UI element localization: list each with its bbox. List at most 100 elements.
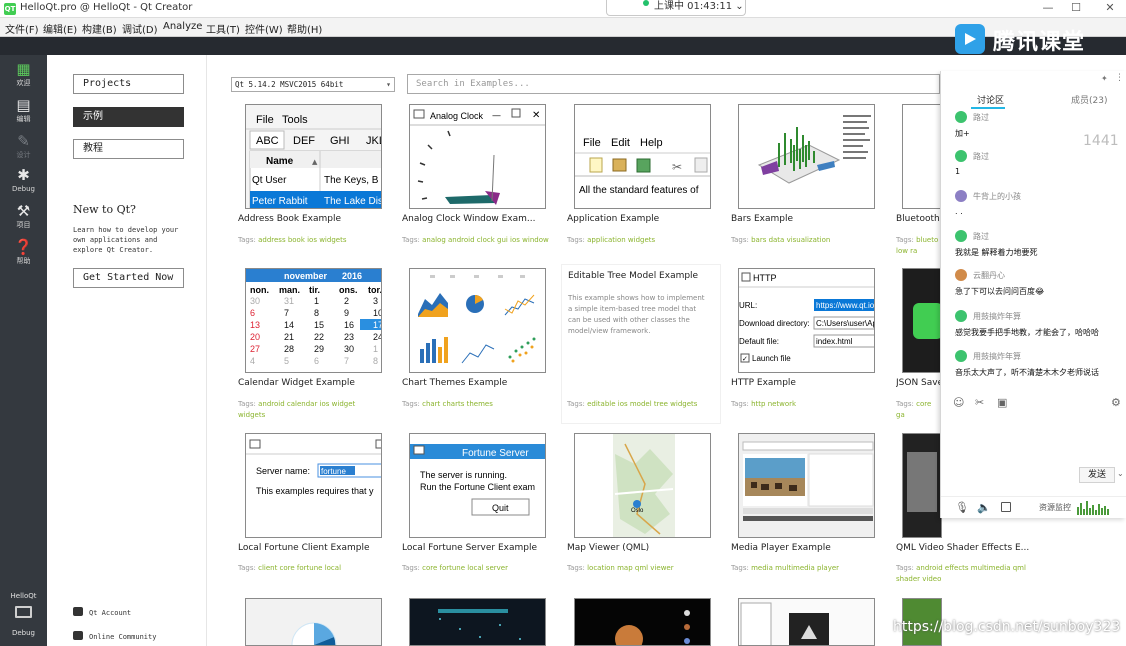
minimize-button[interactable]: — — [1034, 0, 1062, 18]
more-icon[interactable]: ⋮ — [1115, 73, 1124, 83]
example-thumb-calendar[interactable]: november 2016 non. man. tir. ons. tor. 30 31 1 2… — [245, 268, 382, 373]
close-button[interactable]: ✕ — [1096, 0, 1124, 18]
menu-help[interactable]: 帮助(H) — [287, 21, 322, 36]
calendar-preview: november 2016 non. man. tir. ons. tor.30 31 1 2… — [246, 269, 381, 372]
example-thumb-chart-themes[interactable] — [409, 268, 546, 373]
fortune-server-preview: Fortune Server The server is running. Ru… — [410, 434, 545, 537]
pin-icon[interactable]: ✦ — [1101, 74, 1108, 83]
speaker-icon[interactable]: 🔈 — [977, 501, 991, 514]
tab-members[interactable]: 成员(23) — [1071, 93, 1107, 106]
svg-text:The server is running.: The server is running. — [420, 470, 507, 480]
example-title[interactable]: Local Fortune Server Example — [402, 543, 562, 553]
menu-tools[interactable]: 工具(T) — [206, 21, 240, 36]
calendar-day: 2 — [344, 296, 349, 306]
menu-debug[interactable]: 调试(D) — [122, 21, 158, 36]
svg-text:Edit: Edit — [611, 137, 630, 149]
mode-edit[interactable]: ▤ 编辑 — [0, 97, 47, 131]
example-thumb-http[interactable]: HTTP URL: https://www.qt.io Download dir… — [738, 268, 875, 373]
svg-text:Help: Help — [640, 137, 663, 149]
menu-file[interactable]: 文件(F) — [5, 21, 39, 36]
example-title[interactable]: JSON Save — [896, 378, 940, 388]
scissors-icon[interactable]: ✂ — [975, 396, 984, 409]
get-started-button[interactable]: Get Started Now — [73, 268, 184, 288]
maximize-button[interactable]: ☐ — [1062, 0, 1090, 18]
example-thumb-fortune-client[interactable]: Server name: fortune This examples requi… — [245, 433, 382, 538]
svg-text:✂: ✂ — [672, 160, 682, 174]
example-thumb-row4-3[interactable] — [574, 598, 711, 646]
example-title[interactable]: QML Video Shader Effects E... — [896, 543, 1046, 553]
tab-discussion[interactable]: 讨论区 — [977, 93, 1004, 106]
kit-build-config[interactable]: Debug — [0, 629, 47, 637]
example-thumb-json-save[interactable] — [902, 268, 942, 373]
example-thumb-fortune-server[interactable]: Fortune Server The server is running. Ru… — [409, 433, 546, 538]
example-thumb-address-book[interactable]: File Tools ABC DEF GHI JKL Name ▲ Qt Use… — [245, 104, 382, 209]
image-icon[interactable]: ▣ — [997, 396, 1007, 409]
calendar-day: 5 — [284, 356, 289, 366]
calendar-day: 7 — [284, 308, 289, 318]
qt-logo-icon — [913, 303, 941, 339]
menu-edit[interactable]: 编辑(E) — [43, 21, 77, 36]
emoji-icon[interactable]: ☺ — [953, 396, 964, 409]
menu-analyze[interactable]: Analyze — [163, 21, 202, 32]
example-title[interactable]: Application Example — [567, 214, 727, 224]
example-title[interactable]: Media Player Example — [731, 543, 891, 553]
example-title[interactable]: Bluetooth — [896, 214, 940, 224]
example-title[interactable]: Chart Themes Example — [402, 378, 562, 388]
calendar-day: 6 — [314, 356, 319, 366]
example-thumb-application[interactable]: File Edit Help ✂ All the standard featur… — [574, 104, 711, 209]
send-options-chevron-icon[interactable]: ⌄ — [1117, 469, 1124, 478]
example-thumb-qml-video-shader[interactable] — [902, 433, 942, 538]
monitor-icon[interactable] — [15, 606, 32, 618]
example-title[interactable]: Local Fortune Client Example — [238, 543, 398, 553]
projects-button[interactable]: Projects — [73, 74, 184, 94]
play-triangle-icon — [965, 33, 976, 45]
mode-projects[interactable]: ⚒ 项目 — [0, 203, 47, 237]
online-community-link[interactable]: Online Community — [73, 631, 156, 641]
example-thumb-map-viewer[interactable]: Oslo — [574, 433, 711, 538]
example-thumb-row4-4[interactable] — [738, 598, 875, 646]
screen-share-icon[interactable] — [1001, 502, 1011, 512]
chat-input[interactable] — [947, 416, 1123, 462]
examples-button[interactable]: 示例 — [73, 107, 184, 127]
microphone-icon[interactable]: 🎙 — [955, 501, 969, 514]
video-frame — [907, 452, 937, 512]
example-title[interactable]: Map Viewer (QML) — [567, 543, 727, 553]
example-thumb-bars[interactable] — [738, 104, 875, 209]
example-thumb-bluetooth[interactable] — [902, 104, 942, 209]
example-title[interactable]: Address Book Example — [238, 214, 398, 224]
example-thumb-row4-1[interactable] — [245, 598, 382, 646]
tutorials-button[interactable]: 教程 — [73, 139, 184, 159]
calendar-day: 8 — [314, 308, 319, 318]
settings-icon[interactable]: ⚙ — [1111, 396, 1121, 409]
qt-version-select[interactable]: Qt 5.14.2 MSVC2015 64bit ▾ — [231, 77, 395, 92]
user-icon — [73, 607, 83, 616]
example-thumb-analog-clock[interactable]: Analog Clock — ✕ — [409, 104, 546, 209]
window-list-preview — [740, 602, 829, 645]
calendar-day: 7 — [344, 356, 349, 366]
svg-text:Download directory:: Download directory: — [739, 319, 810, 328]
mode-design[interactable]: ✎ 设计 — [0, 133, 47, 167]
calendar-day: 23 — [344, 332, 354, 342]
example-thumb-row4-2[interactable] — [409, 598, 546, 646]
mode-welcome[interactable]: ▦ 欢迎 — [0, 61, 47, 95]
mode-debug[interactable]: ✱ Debug — [0, 167, 47, 201]
example-title[interactable]: Calendar Widget Example — [238, 378, 398, 388]
menu-build[interactable]: 构建(B) — [82, 21, 117, 36]
example-title[interactable]: HTTP Example — [731, 378, 891, 388]
example-title[interactable]: Analog Clock Window Exam... — [402, 214, 562, 224]
svg-text:Tools: Tools — [282, 114, 308, 126]
svg-text:The Lake Dis: The Lake Dis — [324, 196, 382, 207]
resource-monitor-label[interactable]: 资源监控 — [1039, 502, 1071, 513]
send-button[interactable]: 发送 — [1079, 467, 1115, 483]
example-tags: Tags: blueto low ra — [896, 236, 939, 255]
menu-widgets[interactable]: 控件(W) — [245, 21, 283, 36]
mode-sidebar: ▦ 欢迎 ▤ 编辑 ✎ 设计 ✱ Debug ⚒ 项目 ❓ 帮助 — [0, 55, 47, 646]
mode-help[interactable]: ❓ 帮助 — [0, 239, 47, 273]
calendar-day-header: non. — [250, 285, 269, 295]
example-thumb-media-player[interactable] — [738, 433, 875, 538]
application-preview: File Edit Help ✂ All the standard featur… — [575, 105, 710, 208]
examples-search-input[interactable]: Search in Examples... — [407, 74, 940, 94]
analog-clock-preview: Analog Clock — ✕ — [410, 105, 545, 205]
example-title[interactable]: Bars Example — [731, 214, 891, 224]
qt-account-link[interactable]: Qt Account — [73, 607, 131, 617]
